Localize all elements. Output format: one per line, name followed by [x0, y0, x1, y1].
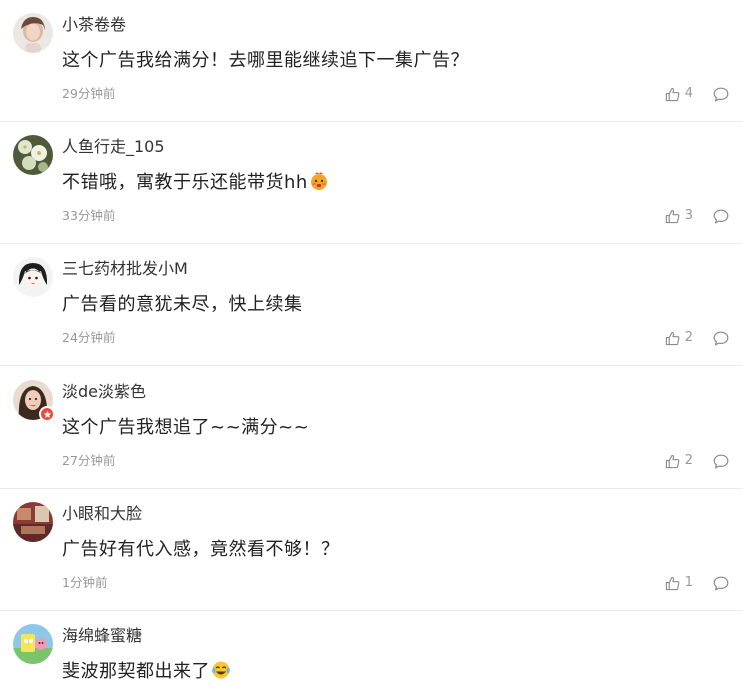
thumbs-up-icon	[665, 209, 680, 224]
username[interactable]: 小茶卷卷	[62, 14, 126, 36]
like-count: 2	[684, 453, 693, 468]
avatar[interactable]	[13, 624, 53, 664]
speech-bubble-icon	[713, 331, 729, 346]
reply-button[interactable]	[713, 576, 729, 591]
comment-item: 淡de淡紫色 这个广告我想追了~~满分~~ 27分钟前 2	[0, 367, 743, 489]
comment-item: 海绵蜂蜜糖 斐波那契都出来了	[0, 611, 743, 699]
comment-text-body: 这个广告我给满分！去哪里能继续追下一集广告？	[62, 50, 469, 71]
thumbs-up-icon	[665, 454, 680, 469]
username[interactable]: 人鱼行走_105	[62, 136, 165, 158]
avatar[interactable]	[13, 380, 55, 422]
comment-text: 不错哦，寓教于乐还能带货hh	[62, 170, 329, 196]
comment-actions: 4	[665, 85, 729, 103]
reply-button[interactable]	[713, 209, 729, 224]
laughing-tears-emoji	[211, 660, 231, 680]
reply-button[interactable]	[713, 87, 729, 102]
comment-actions: 2	[665, 452, 729, 470]
timestamp: 24分钟前	[62, 330, 116, 345]
avatar[interactable]	[13, 13, 53, 53]
reply-button[interactable]	[713, 454, 729, 469]
like-button[interactable]: 2	[665, 452, 693, 470]
comment-actions: 3	[665, 207, 729, 225]
like-button[interactable]: 2	[665, 329, 693, 347]
speech-bubble-icon	[713, 87, 729, 102]
verified-badge-icon	[39, 406, 55, 422]
comment-item: 小眼和大脸 广告好有代入感，竟然看不够！？ 1分钟前 1	[0, 489, 743, 611]
comment-item: 人鱼行走_105 不错哦，寓教于乐还能带货hh 33分钟前 3	[0, 122, 743, 244]
comment-text: 这个广告我想追了~~满分~~	[62, 415, 309, 441]
like-button[interactable]: 3	[665, 207, 693, 225]
like-count: 2	[684, 330, 693, 345]
avatar[interactable]	[13, 257, 53, 297]
comment-text-body: 广告看的意犹未尽，快上续集	[62, 294, 303, 315]
username[interactable]: 三七药材批发小M	[62, 258, 188, 280]
like-count: 3	[684, 208, 693, 223]
thumbs-up-icon	[665, 576, 680, 591]
username[interactable]: 小眼和大脸	[62, 503, 142, 525]
comment-item: 小茶卷卷 这个广告我给满分！去哪里能继续追下一集广告？ 29分钟前 4	[0, 0, 743, 122]
avatar[interactable]	[13, 502, 53, 542]
like-button[interactable]: 1	[665, 574, 693, 592]
comment-text: 斐波那契都出来了	[62, 659, 231, 685]
speech-bubble-icon	[713, 454, 729, 469]
like-count: 1	[684, 575, 693, 590]
comment-item: 三七药材批发小M 广告看的意犹未尽，快上续集 24分钟前 2	[0, 244, 743, 366]
reply-button[interactable]	[713, 331, 729, 346]
comment-actions: 1	[665, 574, 729, 592]
comment-text-body: 这个广告我想追了~~满分~~	[62, 417, 310, 438]
timestamp: 27分钟前	[62, 453, 116, 468]
speech-bubble-icon	[713, 209, 729, 224]
timestamp: 1分钟前	[62, 575, 108, 590]
thumbs-up-icon	[665, 331, 680, 346]
hot-face-emoji	[309, 171, 329, 191]
comment-text-body: 广告好有代入感，竟然看不够！？	[62, 539, 340, 560]
thumbs-up-icon	[665, 87, 680, 102]
comment-list: 小茶卷卷 这个广告我给满分！去哪里能继续追下一集广告？ 29分钟前 4 人鱼行走…	[0, 0, 743, 699]
comment-text: 广告看的意犹未尽，快上续集	[62, 292, 303, 318]
username[interactable]: 海绵蜂蜜糖	[62, 625, 142, 647]
comment-text-body: 不错哦，寓教于乐还能带货hh	[62, 172, 308, 193]
comment-text: 这个广告我给满分！去哪里能继续追下一集广告？	[62, 48, 469, 74]
username[interactable]: 淡de淡紫色	[62, 381, 146, 403]
avatar[interactable]	[13, 135, 53, 175]
timestamp: 33分钟前	[62, 208, 116, 223]
timestamp: 29分钟前	[62, 86, 116, 101]
comment-actions: 2	[665, 329, 729, 347]
comment-text-body: 斐波那契都出来了	[62, 661, 210, 682]
like-count: 4	[684, 86, 693, 101]
comment-text: 广告好有代入感，竟然看不够！？	[62, 537, 340, 563]
speech-bubble-icon	[713, 576, 729, 591]
like-button[interactable]: 4	[665, 85, 693, 103]
